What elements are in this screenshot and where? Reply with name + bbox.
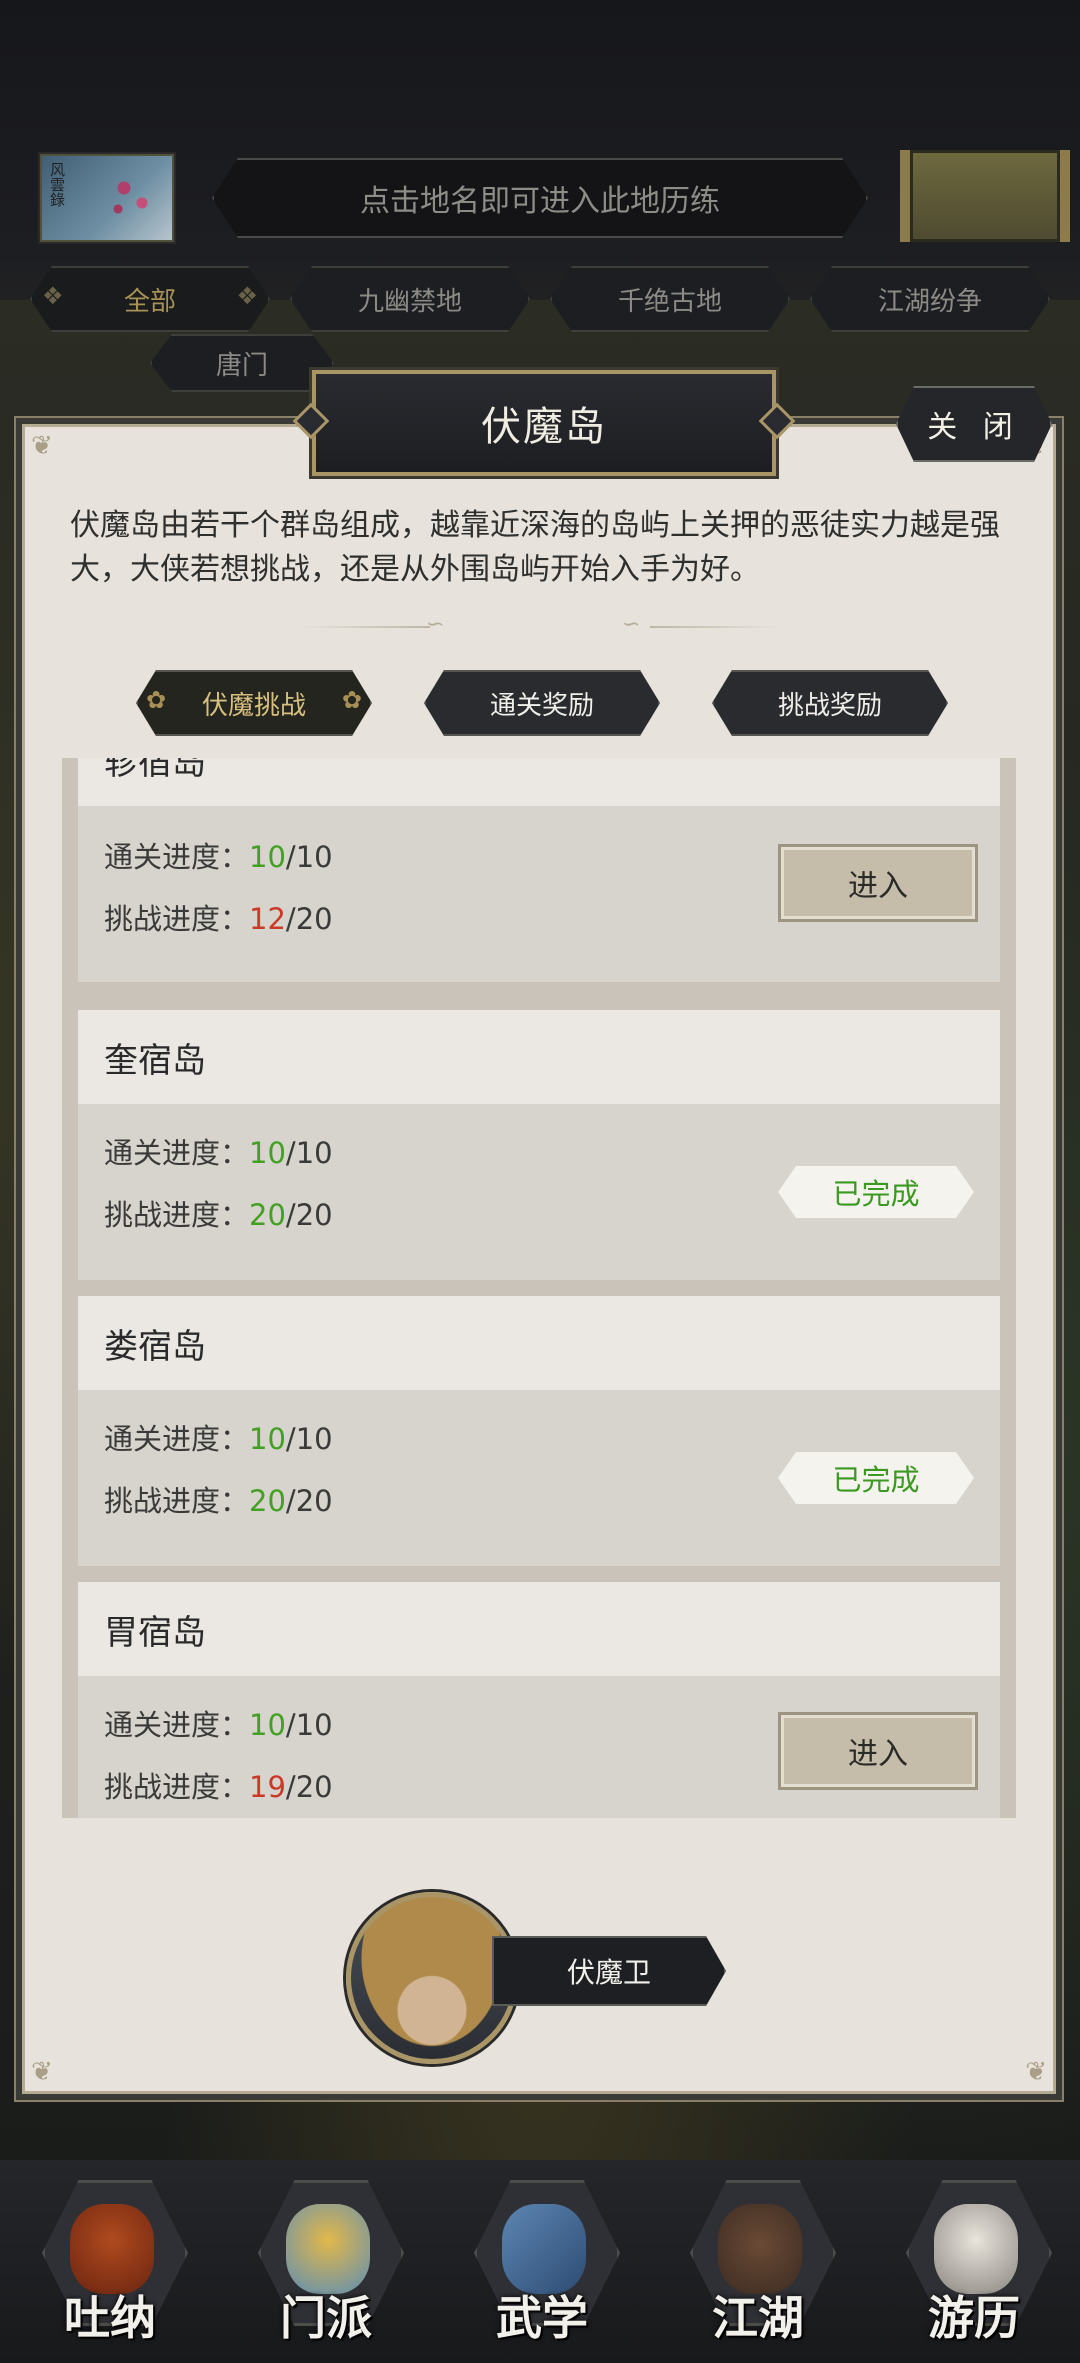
corner-ornament: ❦ bbox=[31, 2057, 53, 2087]
clear-progress-label: 通关进度： bbox=[104, 840, 250, 874]
nav-label: 武学 bbox=[496, 2291, 588, 2345]
challenge-progress: 挑战进度：19/20 bbox=[104, 1764, 333, 1806]
tab-clear-reward[interactable]: 通关奖励 bbox=[424, 670, 660, 736]
list-item: 奎宿岛 通关进度：10/10 挑战进度：20/20 已完成 bbox=[78, 1010, 1000, 1280]
divider-line bbox=[650, 626, 780, 628]
island-name: 娄宿岛 bbox=[78, 1296, 1000, 1390]
divider-ornament: ∽ bbox=[622, 612, 641, 637]
island-name: 胃宿岛 bbox=[78, 1582, 1000, 1676]
challenge-progress-value: 12 bbox=[249, 902, 286, 936]
challenge-progress-value: 20 bbox=[249, 1484, 286, 1518]
list-item: 轸宿岛 通关进度：10/10 挑战进度：12/20 进入 bbox=[78, 758, 1000, 982]
challenge-progress-label: 挑战进度： bbox=[104, 902, 250, 936]
region-tab-qianjue[interactable]: 千绝古地 bbox=[550, 266, 790, 332]
dialog-description: 伏魔岛由若干个群岛组成，越靠近深海的岛屿上关押的恶徒实力越是强大，大侠若想挑战，… bbox=[70, 508, 1000, 587]
clear-progress-value: 10 bbox=[249, 840, 286, 874]
challenge-progress: 挑战进度：12/20 bbox=[104, 896, 333, 938]
completed-badge: 已完成 bbox=[778, 1452, 974, 1504]
clear-progress-total: /10 bbox=[285, 1422, 333, 1456]
challenge-progress-total: /20 bbox=[285, 1198, 333, 1232]
meditation-icon bbox=[70, 2204, 154, 2294]
region-tab-all[interactable]: 全部 bbox=[30, 266, 270, 332]
bottom-nav: 吐纳 门派 武学 江湖 游历 bbox=[0, 2160, 1080, 2363]
clear-progress-label: 通关进度： bbox=[104, 1422, 250, 1456]
dialog-title: 伏魔岛 bbox=[312, 370, 776, 476]
challenge-progress-total: /20 bbox=[285, 1484, 333, 1518]
clear-progress-value: 10 bbox=[249, 1422, 286, 1456]
completed-badge: 已完成 bbox=[778, 1166, 974, 1218]
clear-progress-total: /10 bbox=[285, 840, 333, 874]
island-name: 轸宿岛 bbox=[78, 758, 1000, 806]
tab-challenge-reward[interactable]: 挑战奖励 bbox=[712, 670, 948, 736]
challenge-progress: 挑战进度：20/20 bbox=[104, 1192, 333, 1234]
enter-button[interactable]: 进入 bbox=[778, 1712, 978, 1790]
island-list-viewport: 轸宿岛 通关进度：10/10 挑战进度：12/20 进入 奎宿岛 通关进度：10… bbox=[78, 758, 1000, 1818]
clear-progress: 通关进度：10/10 bbox=[104, 1416, 333, 1458]
nav-youli[interactable]: 游历 bbox=[884, 2170, 1064, 2350]
clear-progress-label: 通关进度： bbox=[104, 1136, 250, 1170]
challenge-progress-label: 挑战进度： bbox=[104, 1198, 250, 1232]
region-tab-jianghu[interactable]: 江湖纷争 bbox=[810, 266, 1050, 332]
nav-label: 江湖 bbox=[712, 2291, 804, 2345]
challenge-progress-total: /20 bbox=[285, 1770, 333, 1804]
plum-blossom-icon bbox=[100, 164, 160, 224]
hint-bar: 点击地名即可进入此地历练 bbox=[212, 158, 868, 238]
clear-progress: 通关进度：10/10 bbox=[104, 1702, 333, 1744]
clear-progress-label: 通关进度： bbox=[104, 1708, 250, 1742]
island-list[interactable]: 轸宿岛 通关进度：10/10 挑战进度：12/20 进入 奎宿岛 通关进度：10… bbox=[62, 758, 1016, 1818]
list-item: 娄宿岛 通关进度：10/10 挑战进度：20/20 已完成 bbox=[78, 1296, 1000, 1566]
scroll-painting-icon[interactable]: 风雲錄 bbox=[38, 152, 176, 244]
horse-icon bbox=[934, 2204, 1018, 2294]
nav-tuna[interactable]: 吐纳 bbox=[20, 2170, 200, 2350]
island-name: 奎宿岛 bbox=[78, 1010, 1000, 1104]
nav-label: 门派 bbox=[280, 2291, 372, 2345]
npc-name-label: 伏魔卫 bbox=[492, 1936, 726, 2006]
clear-progress-value: 10 bbox=[249, 1136, 286, 1170]
challenge-progress-label: 挑战进度： bbox=[104, 1770, 250, 1804]
challenge-progress-value: 20 bbox=[249, 1198, 286, 1232]
region-tab-tangmen[interactable]: 唐门 bbox=[150, 334, 334, 392]
challenge-progress-total: /20 bbox=[285, 902, 333, 936]
tab-fumo-challenge[interactable]: 伏魔挑战 bbox=[136, 670, 372, 736]
challenge-progress: 挑战进度：20/20 bbox=[104, 1478, 333, 1520]
corner-ornament: ❦ bbox=[31, 431, 53, 461]
clear-progress-total: /10 bbox=[285, 1136, 333, 1170]
scroll-label: 风雲錄 bbox=[48, 162, 66, 207]
nav-label: 游历 bbox=[928, 2291, 1020, 2345]
clear-progress: 通关进度：10/10 bbox=[104, 1130, 333, 1172]
challenge-progress-label: 挑战进度： bbox=[104, 1484, 250, 1518]
nav-jianghu[interactable]: 江湖 bbox=[668, 2170, 848, 2350]
martial-book-icon bbox=[502, 2204, 586, 2294]
enter-button[interactable]: 进入 bbox=[778, 844, 978, 922]
sect-icon bbox=[286, 2204, 370, 2294]
world-map-button[interactable] bbox=[900, 150, 1070, 242]
clear-progress-value: 10 bbox=[249, 1708, 286, 1742]
clear-progress-total: /10 bbox=[285, 1708, 333, 1742]
list-item: 胃宿岛 通关进度：10/10 挑战进度：19/20 进入 bbox=[78, 1582, 1000, 1818]
bamboo-hat-icon bbox=[718, 2204, 802, 2294]
corner-ornament: ❦ bbox=[1025, 2057, 1047, 2087]
challenge-progress-value: 19 bbox=[249, 1770, 286, 1804]
nav-label: 吐纳 bbox=[64, 2291, 156, 2345]
nav-menpai[interactable]: 门派 bbox=[236, 2170, 416, 2350]
close-button[interactable]: 关 闭 bbox=[896, 386, 1052, 462]
nav-wuxue[interactable]: 武学 bbox=[452, 2170, 632, 2350]
clear-progress: 通关进度：10/10 bbox=[104, 834, 333, 876]
region-tab-jiuyou[interactable]: 九幽禁地 bbox=[290, 266, 530, 332]
divider-ornament: ∽ bbox=[426, 612, 445, 637]
divider-line bbox=[300, 626, 430, 628]
